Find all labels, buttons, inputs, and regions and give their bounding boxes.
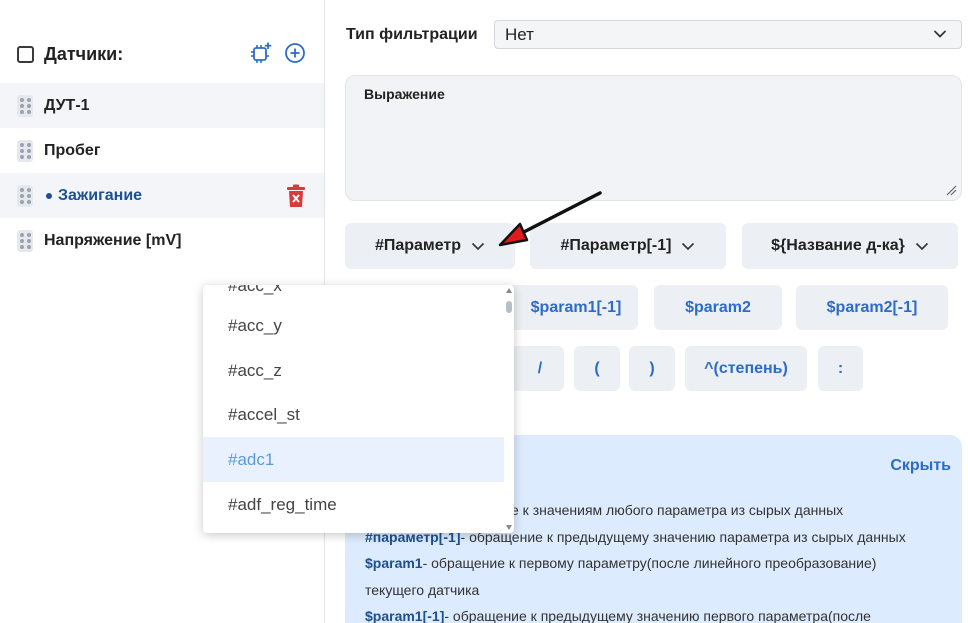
token-label: :	[837, 359, 844, 377]
token-param2-prev-button[interactable]: $param2[-1]	[796, 285, 948, 330]
help-line-text: - обращение к предыдущему значению парам…	[460, 529, 906, 545]
dropdown-option[interactable]: #adf_reg_time	[203, 482, 504, 527]
help-line-text: е к значениям любого параметра из сырых …	[511, 502, 844, 518]
param-button-label: #Параметр	[374, 237, 462, 254]
sensor-item-dut1[interactable]: ДУТ-1	[0, 83, 324, 128]
token-colon-button[interactable]: :	[818, 346, 863, 391]
help-line-text: - обращение к предыдущему значению перво…	[444, 608, 871, 623]
sensor-label: ДУТ-1	[44, 96, 90, 114]
token-label: $param2	[685, 298, 751, 316]
add-sensor-button[interactable]	[283, 41, 307, 65]
drag-handle-icon[interactable]	[17, 94, 33, 117]
help-line-text: текущего датчика	[365, 582, 480, 598]
dropdown-option[interactable]: #acc_y	[203, 303, 504, 348]
select-all-checkbox[interactable]	[17, 45, 34, 63]
sensor-label: Зажигание	[58, 186, 143, 204]
chevron-down-icon	[933, 30, 947, 38]
token-param1-prev-button[interactable]: $param1[-1]	[500, 285, 638, 330]
drag-handle-icon[interactable]	[17, 184, 33, 207]
hide-help-link[interactable]: Скрыть	[890, 457, 951, 475]
sensor-name-dropdown-button[interactable]: ${Название д-ка}	[742, 223, 958, 269]
sensors-title: Датчики:	[44, 43, 124, 64]
expression-textarea[interactable]: Выражение	[345, 75, 962, 201]
scroll-up-icon[interactable]	[506, 288, 512, 293]
dropdown-option[interactable]: #acc_z	[203, 348, 504, 393]
chevron-down-icon	[915, 242, 928, 250]
token-param2-button[interactable]: $param2	[654, 285, 782, 330]
help-line-key: $param1[-1]	[365, 608, 445, 623]
token-label: $param2[-1]	[826, 298, 918, 316]
filter-type-label: Тип фильтрации	[346, 25, 478, 43]
help-line: $param1[-1]- обращение к предыдущему зна…	[365, 608, 871, 623]
token-power-button[interactable]: ^(степень)	[685, 346, 807, 391]
filter-type-value: Нет	[505, 24, 534, 44]
expression-label: Выражение	[364, 86, 445, 102]
trash-icon[interactable]	[285, 184, 307, 208]
copy-sensor-button[interactable]	[249, 41, 273, 65]
drag-handle-icon[interactable]	[17, 229, 33, 252]
sensor-item-mileage[interactable]: Пробег	[0, 128, 324, 173]
param-button-label: ${Название д-ка}	[771, 237, 905, 254]
resize-handle-icon[interactable]	[945, 184, 957, 196]
chip-add-icon	[251, 42, 272, 63]
drag-handle-icon[interactable]	[17, 139, 33, 162]
param-dropdown-list: #acc_x #acc_y #acc_z #accel_st #adc1 #ad…	[203, 285, 514, 533]
filter-type-row: Тип фильтрации Нет	[346, 20, 962, 49]
dropdown-scrollbar[interactable]	[504, 285, 514, 533]
token-label: )	[649, 359, 655, 377]
help-line-text: - обращение к первому параметру(после ли…	[422, 555, 877, 571]
token-label: ^(степень)	[704, 359, 788, 377]
scroll-thumb[interactable]	[506, 301, 512, 313]
token-open-paren-button[interactable]: (	[574, 346, 620, 391]
help-line-key: $param1	[365, 555, 423, 571]
sensors-header: Датчики:	[17, 40, 307, 68]
token-close-paren-button[interactable]: )	[629, 346, 675, 391]
active-dot-icon	[46, 192, 52, 199]
help-line: $param1- обращение к первому параметру(п…	[365, 555, 876, 571]
dropdown-option-highlighted[interactable]: #adc1	[203, 437, 504, 482]
token-label: /	[537, 359, 543, 377]
sensor-item-ignition[interactable]: Зажигание	[0, 173, 324, 218]
chevron-down-icon	[471, 242, 485, 250]
sensor-item-voltage[interactable]: Напряжение [mV]	[0, 218, 324, 263]
token-label: (	[594, 359, 600, 377]
filter-type-select[interactable]: Нет	[494, 20, 962, 49]
scroll-down-icon[interactable]	[506, 525, 512, 530]
help-line: текущего датчика	[365, 582, 479, 598]
plus-circle-icon	[285, 43, 305, 63]
token-label: $param1[-1]	[530, 298, 622, 316]
sensors-actions	[249, 41, 307, 65]
sensor-list: ДУТ-1 Пробег Зажигание Напряжение [mV]	[0, 83, 324, 263]
chevron-down-icon	[682, 242, 695, 250]
annotation-arrow-icon	[498, 191, 602, 247]
sensor-label: Напряжение [mV]	[44, 231, 182, 249]
sensor-label: Пробег	[44, 141, 101, 159]
dropdown-option[interactable]: #accel_st	[203, 392, 504, 437]
